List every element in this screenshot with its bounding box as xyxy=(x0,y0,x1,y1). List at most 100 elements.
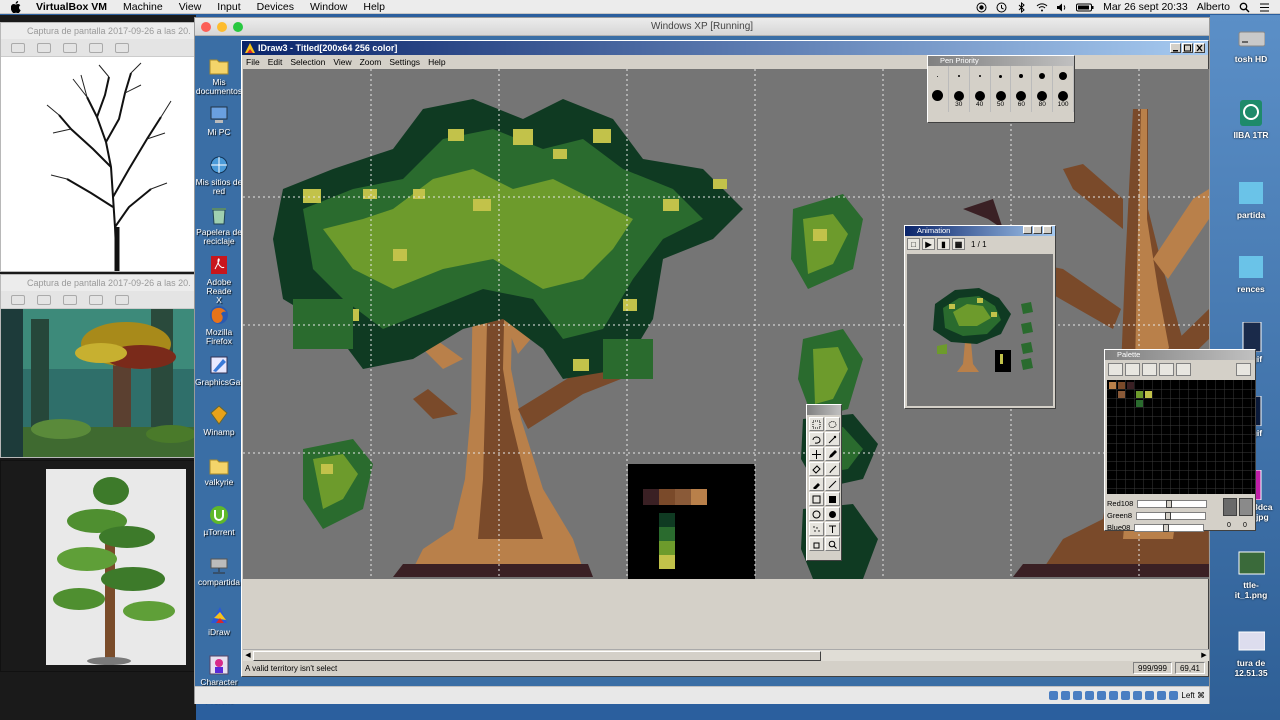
xp-icon-mis-documentos[interactable]: Mis documentos xyxy=(195,54,243,96)
bluetooth-icon[interactable] xyxy=(1016,1,1027,13)
pen-size-40[interactable]: 40 xyxy=(970,86,991,112)
rotate-icon[interactable] xyxy=(89,42,103,53)
palette-titlebar[interactable]: Palette xyxy=(1105,350,1255,360)
filled-rectangle-icon[interactable] xyxy=(825,492,840,506)
preview-window-forest[interactable]: Captura de pantalla 2017-09-26 a las 20. xyxy=(0,274,196,458)
wifi-icon[interactable] xyxy=(1036,2,1048,13)
time-machine-icon[interactable] xyxy=(996,2,1007,13)
menu-zoom[interactable]: Zoom xyxy=(360,57,382,67)
pen-size-30[interactable]: 30 xyxy=(949,86,970,112)
keyboard-status-icon[interactable] xyxy=(1169,691,1179,700)
menu-view[interactable]: View xyxy=(179,1,202,13)
foreground-color-swatch[interactable] xyxy=(1223,498,1237,516)
play-icon[interactable]: ▶ xyxy=(922,238,935,250)
pen-size-60[interactable]: 60 xyxy=(1011,86,1033,112)
xp-icon-utorrent[interactable]: µTorrent xyxy=(195,504,243,537)
lasso-icon[interactable] xyxy=(809,432,824,446)
fill-bucket-icon[interactable] xyxy=(809,462,824,476)
menu-edit[interactable]: Edit xyxy=(268,57,283,67)
audio-status-icon[interactable] xyxy=(1073,691,1083,700)
battery-icon[interactable] xyxy=(1076,2,1094,13)
palette-list-icon[interactable] xyxy=(1176,362,1191,376)
menu-devices[interactable]: Devices xyxy=(257,1,294,13)
spray-icon[interactable] xyxy=(809,522,824,536)
record-icon[interactable] xyxy=(976,2,987,13)
filled-ellipse-icon[interactable] xyxy=(825,507,840,521)
text-icon[interactable] xyxy=(825,522,840,536)
ellipse-select-icon[interactable] xyxy=(825,417,840,431)
menu-window[interactable]: Window xyxy=(310,1,347,13)
palette-swap-icon[interactable] xyxy=(1142,362,1157,376)
pen-size-6[interactable] xyxy=(1032,66,1054,86)
mac-icon-compartida[interactable]: partida xyxy=(1222,178,1280,220)
background-color-swatch[interactable] xyxy=(1239,498,1253,516)
pen-size-large-0[interactable] xyxy=(928,86,949,112)
display-status-icon[interactable] xyxy=(1121,691,1131,700)
pen-size-100[interactable]: 100 xyxy=(1053,86,1075,112)
share-icon[interactable] xyxy=(37,294,51,305)
scrollbar-thumb[interactable] xyxy=(253,651,821,661)
menu-file[interactable]: File xyxy=(246,57,260,67)
markup-icon[interactable] xyxy=(63,42,77,53)
pen-size-1[interactable] xyxy=(928,66,949,86)
mac-icon-png[interactable]: ttle- it_1.png xyxy=(1222,548,1280,600)
share-icon[interactable] xyxy=(37,42,51,53)
hdd-status-icon[interactable] xyxy=(1049,691,1059,700)
mac-icon-referencias[interactable]: rences xyxy=(1222,252,1280,294)
shared-folders-status-icon[interactable] xyxy=(1109,691,1119,700)
spotlight-icon[interactable] xyxy=(1239,2,1250,13)
menu-help[interactable]: Help xyxy=(363,1,385,13)
magic-wand-icon[interactable] xyxy=(825,432,840,446)
preview-window-pine[interactable] xyxy=(0,460,196,672)
app-name-menu[interactable]: VirtualBox VM xyxy=(36,1,107,13)
xp-icon-mis-sitios-de-red[interactable]: Mis sitios de red xyxy=(195,154,243,196)
rectangle-icon[interactable] xyxy=(809,492,824,506)
mouse-status-icon[interactable] xyxy=(1157,691,1167,700)
xp-icon-graphicsgale[interactable]: GraphicsGale xyxy=(195,354,247,387)
close-icon[interactable] xyxy=(1194,43,1205,53)
rect-select-icon[interactable] xyxy=(809,417,824,431)
menu-selection[interactable]: Selection xyxy=(290,57,325,67)
palette-copy-icon[interactable] xyxy=(1125,362,1140,376)
cpu-status-icon[interactable] xyxy=(1145,691,1155,700)
pen-size-80[interactable]: 80 xyxy=(1032,86,1054,112)
menubar-user[interactable]: Alberto xyxy=(1197,1,1230,13)
pen-priority-window[interactable]: Pen Priority 30 40 50 60 80 100 xyxy=(927,55,1075,123)
zoom-icon[interactable] xyxy=(11,294,25,305)
palette-color-grid[interactable] xyxy=(1107,380,1255,494)
horizontal-scrollbar[interactable]: ◀ ▶ xyxy=(243,649,1209,661)
palette-load-icon[interactable] xyxy=(1108,362,1123,376)
toolbox-icon[interactable] xyxy=(115,294,129,305)
frames-grid-icon[interactable]: ▦ xyxy=(952,238,965,250)
palette-swatches[interactable] xyxy=(1107,380,1255,494)
recording-status-icon[interactable] xyxy=(1133,691,1143,700)
markup-icon[interactable] xyxy=(63,294,77,305)
apple-icon[interactable] xyxy=(10,0,22,13)
vbox-titlebar[interactable]: Windows XP [Running] xyxy=(195,18,1209,36)
toolbox-window[interactable] xyxy=(806,404,842,561)
optical-status-icon[interactable] xyxy=(1061,691,1071,700)
minimize-icon[interactable] xyxy=(217,22,227,32)
line-icon[interactable] xyxy=(825,477,840,491)
xp-icon-compartida[interactable]: compartida xyxy=(195,554,243,587)
zoom-icon[interactable] xyxy=(11,42,25,53)
menu-machine[interactable]: Machine xyxy=(123,1,163,13)
palette-side-icon[interactable] xyxy=(1236,362,1251,376)
usb-status-icon[interactable] xyxy=(1097,691,1107,700)
xp-icon-idraw[interactable]: iDraw xyxy=(195,604,243,637)
eyedropper-icon[interactable] xyxy=(809,477,824,491)
volume-icon[interactable] xyxy=(1056,2,1067,13)
mac-icon-screenshot[interactable]: tura de 12.51.35 xyxy=(1222,626,1280,678)
menu-settings[interactable]: Settings xyxy=(389,57,420,67)
green-slider[interactable] xyxy=(1136,511,1207,520)
idraw-window[interactable]: IDraw3 - Titled[200x64 256 color] File E… xyxy=(241,40,1256,677)
scroll-left-icon[interactable]: ◀ xyxy=(243,651,253,661)
rotate-icon[interactable] xyxy=(89,294,103,305)
minimize-icon[interactable] xyxy=(1023,226,1032,234)
green-slider-knob[interactable] xyxy=(1165,511,1172,520)
xp-icon-mi-pc[interactable]: Mi PC xyxy=(195,104,243,137)
xp-icon-adobe-reader[interactable]: Adobe Reade X xyxy=(195,254,243,305)
xp-icon-firefox[interactable]: Mozilla Firefox xyxy=(195,304,243,346)
menubar-datetime[interactable]: Mar 26 sept 20:33 xyxy=(1103,1,1188,13)
toolbox-titlebar[interactable] xyxy=(807,405,841,415)
